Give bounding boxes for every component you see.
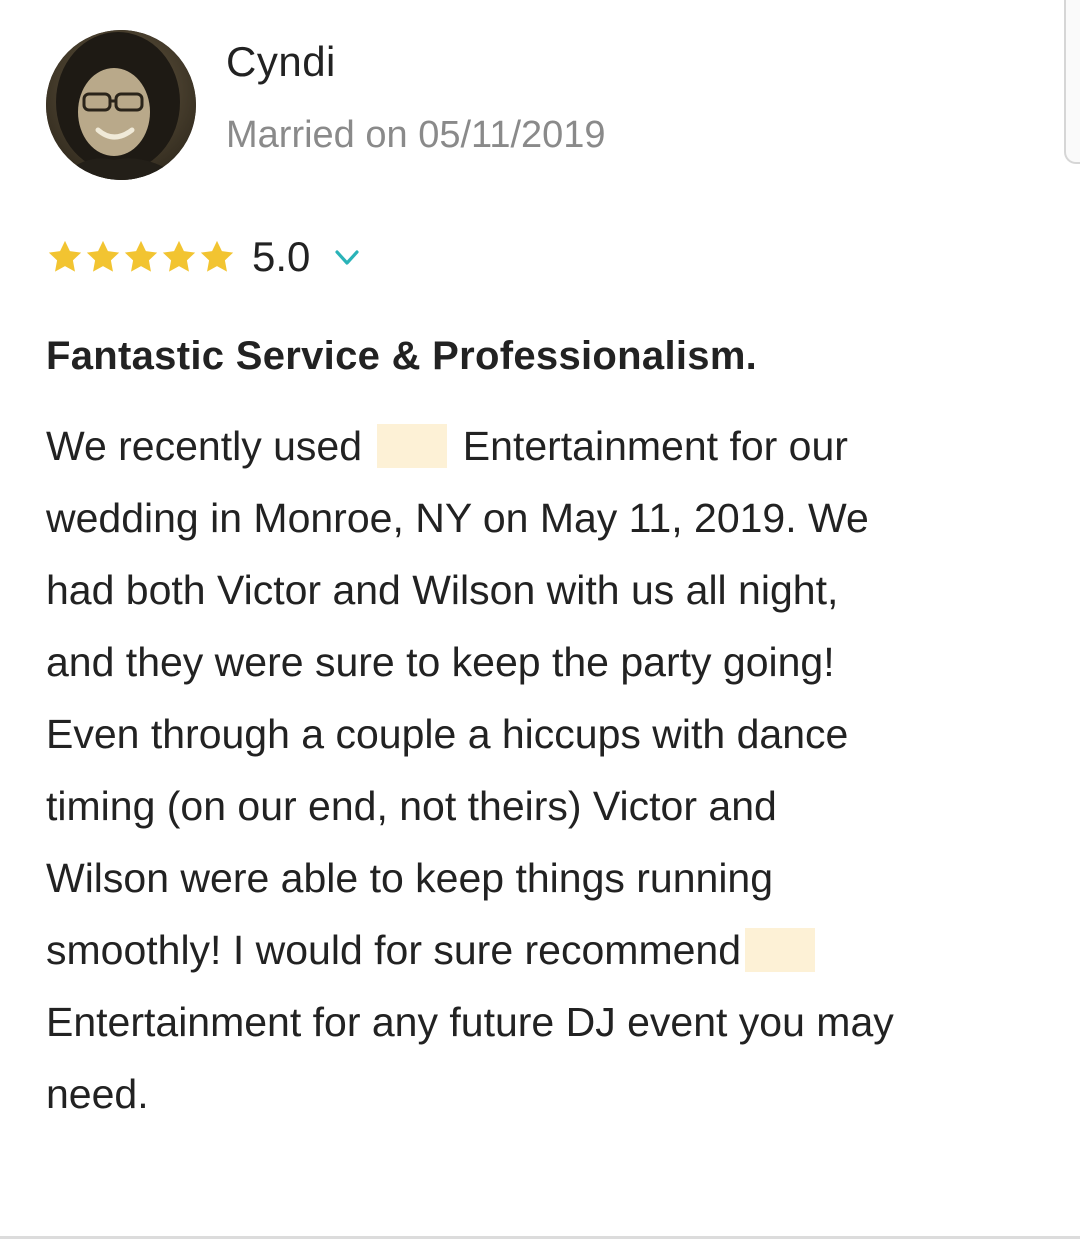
review-text: timing (on our end, not theirs) Victor a…: [46, 783, 777, 829]
review-text: Even through a couple a hiccups with dan…: [46, 711, 849, 757]
star-icon: [48, 240, 82, 272]
chevron-down-icon[interactable]: [332, 242, 362, 272]
review-text-line: wedding in Monroe, NY on May 11, 2019. W…: [46, 482, 1046, 554]
review-title: Fantastic Service & Professionalism.: [46, 334, 758, 378]
star-icon: [162, 240, 196, 272]
star-rating: [46, 238, 236, 276]
review-text-line: Entertainment for any future DJ event yo…: [46, 986, 1046, 1058]
review-card: Cyndi Married on 05/11/2019 5.0 Fantasti…: [0, 0, 1080, 1239]
review-text-line: and they were sure to keep the party goi…: [46, 626, 1046, 698]
redacted-text: [377, 424, 448, 468]
review-text: smoothly! I would for sure recommend: [46, 927, 741, 973]
review-text: Wilson were able to keep things running: [46, 855, 774, 901]
reviewer-name[interactable]: Cyndi: [226, 38, 336, 86]
review-text: need.: [46, 1071, 149, 1117]
rating-row: 5.0: [46, 232, 362, 282]
review-text: Entertainment for any future DJ event yo…: [46, 999, 894, 1045]
avatar[interactable]: [46, 30, 196, 180]
review-text: wedding in Monroe, NY on May 11, 2019. W…: [46, 495, 869, 541]
review-text-line: Wilson were able to keep things running: [46, 842, 1046, 914]
rating-value: 5.0: [252, 233, 311, 280]
review-text: Entertainment for our: [451, 423, 848, 469]
review-text-line: smoothly! I would for sure recommend: [46, 914, 1046, 986]
star-icon: [124, 240, 158, 272]
review-body: We recently used Entertainment for our we…: [46, 410, 1046, 1130]
review-text: had both Victor and Wilson with us all n…: [46, 567, 839, 613]
review-text-line: had both Victor and Wilson with us all n…: [46, 554, 1046, 626]
review-text: and they were sure to keep the party goi…: [46, 639, 835, 685]
avatar-photo: [46, 30, 196, 180]
star-icon: [86, 240, 120, 272]
review-text: We recently used: [46, 423, 374, 469]
married-date: Married on 05/11/2019: [226, 114, 606, 156]
review-text-line: Even through a couple a hiccups with dan…: [46, 698, 1046, 770]
scrollbar[interactable]: [1064, 0, 1080, 164]
review-text-line: We recently used Entertainment for our: [46, 410, 1046, 482]
review-text-line: need.: [46, 1058, 1046, 1130]
star-icon: [200, 240, 234, 272]
review-text-line: timing (on our end, not theirs) Victor a…: [46, 770, 1046, 842]
redacted-text: [745, 928, 815, 972]
